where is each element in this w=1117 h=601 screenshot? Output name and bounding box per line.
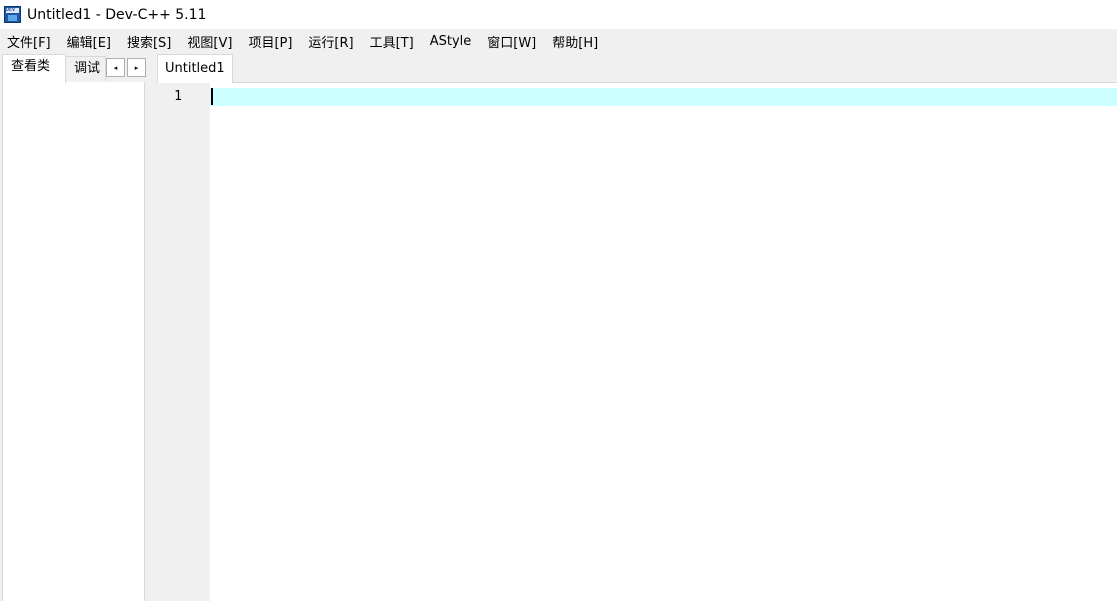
menu-help[interactable]: 帮助[H] bbox=[544, 32, 606, 51]
arrow-right-icon: ▸ bbox=[134, 63, 139, 72]
menu-window[interactable]: 窗口[W] bbox=[479, 32, 544, 51]
menu-bar: 文件[F] 编辑[E] 搜索[S] 视图[V] 项目[P] 运行[R] 工具[T… bbox=[0, 29, 1117, 54]
menu-file[interactable]: 文件[F] bbox=[0, 32, 59, 51]
left-panel-tabs: 查看类 调试 ◂ ▸ bbox=[0, 54, 147, 83]
window-title: Untitled1 - Dev-C++ 5.11 bbox=[27, 6, 207, 23]
tab-scroll-arrows: ◂ ▸ bbox=[106, 58, 146, 77]
line-number: 1 bbox=[174, 89, 182, 104]
class-browser-panel[interactable] bbox=[2, 82, 145, 601]
app-icon-label: DEV bbox=[6, 7, 16, 13]
menu-project[interactable]: 项目[P] bbox=[240, 32, 300, 51]
code-area[interactable] bbox=[210, 83, 1117, 601]
menu-edit[interactable]: 编辑[E] bbox=[59, 32, 119, 51]
left-panel: 查看类 调试 ◂ ▸ bbox=[0, 54, 147, 601]
text-caret bbox=[211, 88, 213, 105]
title-bar[interactable]: DEV Untitled1 - Dev-C++ 5.11 bbox=[0, 0, 1117, 29]
menu-tools[interactable]: 工具[T] bbox=[362, 32, 422, 51]
menu-astyle[interactable]: AStyle bbox=[422, 34, 480, 49]
panel-splitter[interactable] bbox=[147, 54, 157, 601]
line-number-gutter: 1 bbox=[157, 83, 210, 601]
tab-debug[interactable]: 调试 bbox=[66, 56, 106, 81]
menu-view[interactable]: 视图[V] bbox=[179, 32, 240, 51]
dev-cpp-app-icon[interactable]: DEV bbox=[4, 6, 21, 23]
menu-run[interactable]: 运行[R] bbox=[300, 32, 361, 51]
menu-search[interactable]: 搜索[S] bbox=[119, 32, 179, 51]
arrow-left-icon: ◂ bbox=[113, 63, 118, 72]
current-line-highlight bbox=[210, 88, 1117, 106]
editor-tab-bar: Untitled1 bbox=[157, 54, 1117, 83]
code-editor[interactable]: 1 bbox=[157, 82, 1117, 601]
tab-scroll-left-button[interactable]: ◂ bbox=[106, 58, 125, 77]
app-icon-graphic bbox=[8, 15, 17, 21]
tab-untitled1[interactable]: Untitled1 bbox=[157, 54, 233, 83]
tab-scroll-right-button[interactable]: ▸ bbox=[127, 58, 146, 77]
tab-class-browser[interactable]: 查看类 bbox=[2, 54, 66, 83]
